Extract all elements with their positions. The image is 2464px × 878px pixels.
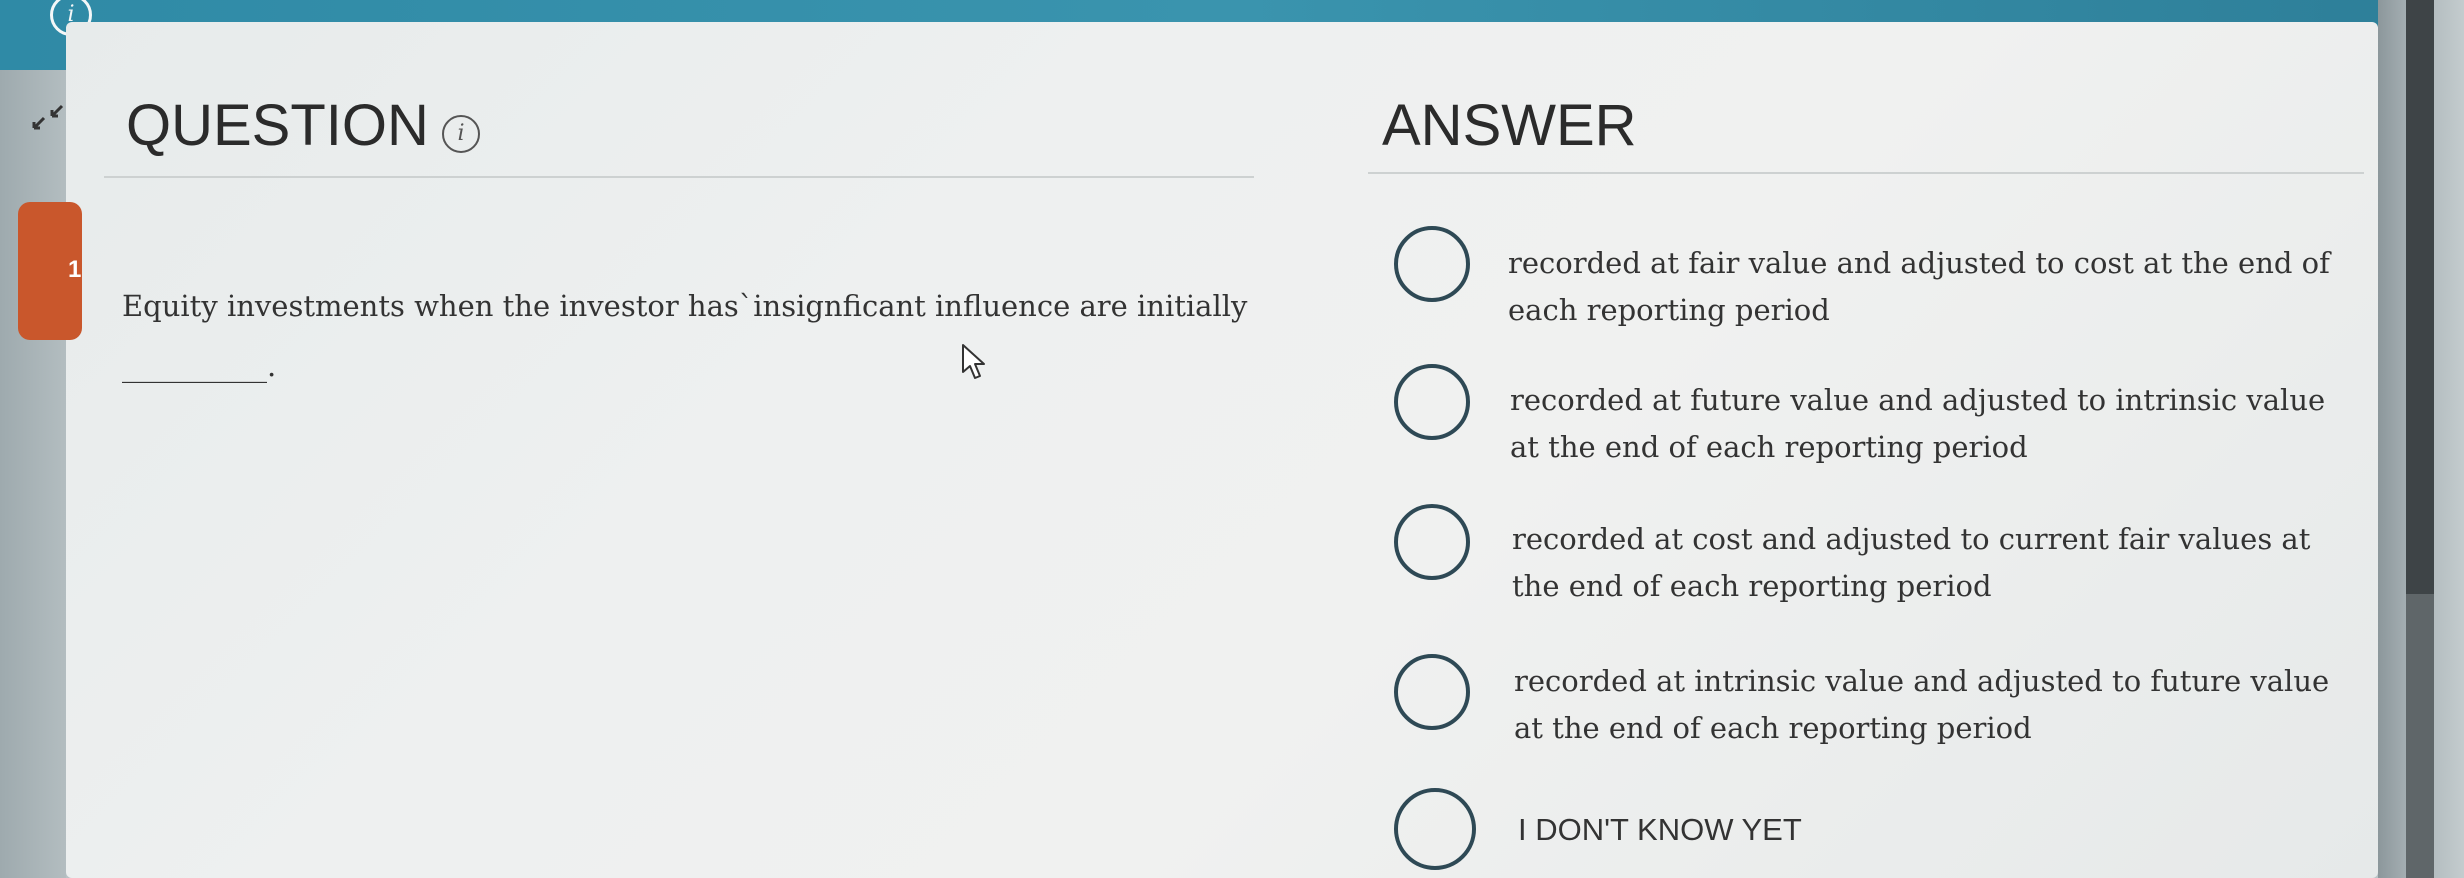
answer-option[interactable]: recorded at intrinsic value and adjusted… — [1394, 654, 2374, 745]
question-text: Equity investments when the investor has… — [122, 276, 1272, 396]
radio-button[interactable] — [1394, 788, 1476, 870]
answer-option[interactable]: recorded at future value and adjusted to… — [1394, 364, 2374, 464]
question-tab-number: 1 — [68, 256, 82, 283]
question-heading: QUESTION — [126, 93, 429, 158]
answer-option[interactable]: I DON'T KNOW YET — [1394, 788, 2374, 878]
answer-divider — [1368, 172, 2364, 174]
radio-button[interactable] — [1394, 226, 1470, 302]
answer-option-label: recorded at fair value and adjusted to c… — [1508, 246, 2330, 327]
answer-option-label: I DON'T KNOW YET — [1518, 812, 1802, 847]
question-blank: __________. — [122, 349, 277, 383]
scrollbar-thumb[interactable] — [2406, 0, 2434, 594]
answer-option-label: recorded at intrinsic value and adjusted… — [1514, 664, 2330, 745]
question-divider — [104, 176, 1254, 178]
question-prompt: Equity investments when the investor has… — [122, 289, 1248, 323]
answer-option[interactable]: recorded at fair value and adjusted to c… — [1394, 226, 2374, 327]
screen: i 1 QUESTION i ANSWER Equity investments… — [0, 0, 2464, 878]
radio-button[interactable] — [1394, 364, 1470, 440]
answer-heading: ANSWER — [1382, 93, 1637, 158]
answer-option-label: recorded at future value and adjusted to… — [1510, 383, 2326, 464]
answer-option-label: recorded at cost and adjusted to current… — [1512, 522, 2311, 603]
radio-button[interactable] — [1394, 504, 1470, 580]
radio-button[interactable] — [1394, 654, 1470, 730]
answer-option[interactable]: recorded at cost and adjusted to current… — [1394, 504, 2374, 603]
mouse-pointer-icon — [960, 342, 990, 382]
left-rail — [0, 70, 66, 878]
info-icon[interactable]: i — [442, 115, 480, 153]
collapse-arrows-icon[interactable] — [28, 98, 72, 138]
